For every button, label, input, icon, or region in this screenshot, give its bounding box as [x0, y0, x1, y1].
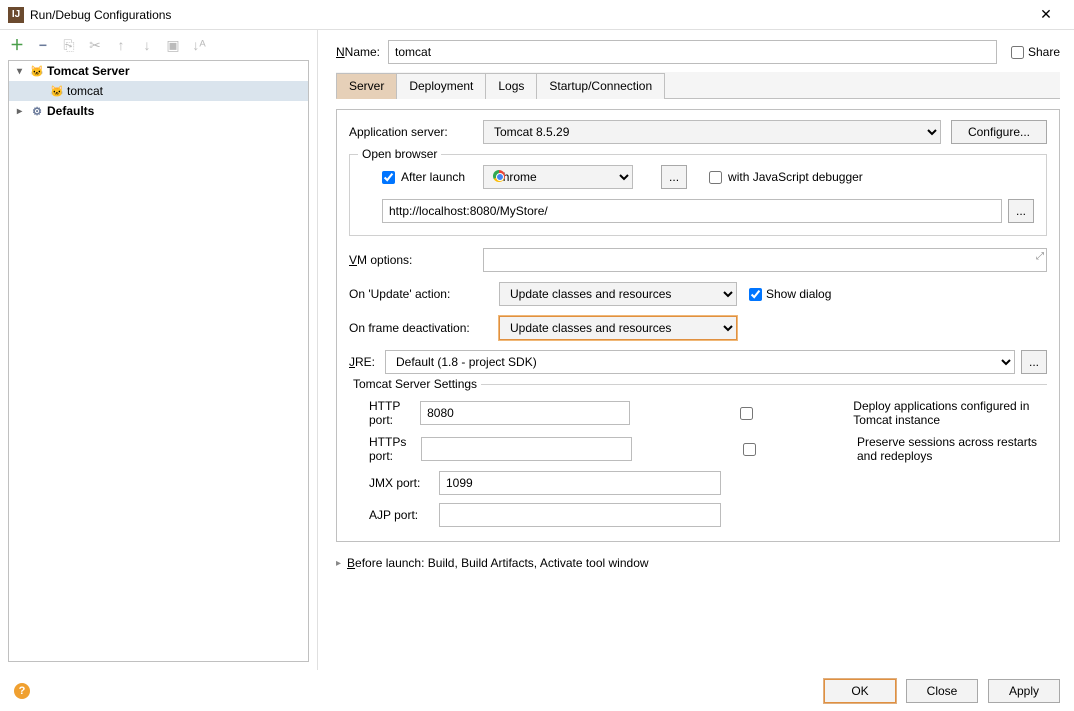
expand-icon[interactable]: ⤢: [1036, 251, 1044, 262]
configure-button[interactable]: Configure...: [951, 120, 1047, 144]
tree-item-defaults[interactable]: ▸ ⚙ Defaults: [9, 101, 308, 121]
vm-options-label: VM options:: [349, 253, 483, 267]
settings-icon[interactable]: ✂: [86, 36, 104, 54]
caret-down-icon: ▾: [17, 66, 29, 77]
window-title: Run/Debug Configurations: [30, 8, 1026, 22]
share-checkbox-input[interactable]: [1011, 46, 1024, 59]
close-button[interactable]: Close: [906, 679, 978, 703]
config-tree: ▾ 🐱 Tomcat Server 🐱 tomcat ▸ ⚙ Defaults: [8, 60, 309, 662]
tab-startup[interactable]: Startup/Connection: [536, 73, 665, 99]
appserver-label: Application server:: [349, 125, 483, 139]
js-debugger-checkbox[interactable]: [709, 171, 722, 184]
app-icon: IJ: [8, 7, 24, 23]
preserve-sessions-label: Preserve sessions across restarts and re…: [857, 435, 1047, 463]
caret-right-icon: ▸: [17, 106, 29, 117]
tomcat-settings-legend: Tomcat Server Settings: [349, 377, 481, 391]
tab-bar: Server Deployment Logs Startup/Connectio…: [336, 72, 1060, 99]
js-debugger-label: with JavaScript debugger: [728, 170, 863, 184]
content-panel: NName: Share Server Deployment Logs Star…: [318, 30, 1074, 670]
close-icon[interactable]: ✕: [1026, 6, 1066, 23]
https-port-input[interactable]: [421, 437, 632, 461]
sidebar-toolbar: ＋ − ⎘ ✂ ↑ ↓ ▣ ↓ᴬ: [0, 30, 317, 60]
url-input[interactable]: [382, 199, 1002, 223]
tab-server[interactable]: Server: [336, 73, 397, 99]
http-port-input[interactable]: [420, 401, 630, 425]
name-label: NName:: [336, 45, 380, 59]
on-frame-select[interactable]: Update classes and resources: [499, 316, 737, 340]
tomcat-icon: 🐱: [49, 85, 65, 98]
on-update-label: On 'Update' action:: [349, 287, 499, 301]
http-port-label: HTTP port:: [349, 399, 420, 427]
show-dialog-checkbox[interactable]: [749, 288, 762, 301]
browser-more-button[interactable]: ...: [661, 165, 687, 189]
tree-label: Tomcat Server: [45, 64, 129, 78]
after-launch-label: After launch: [401, 170, 465, 184]
down-icon[interactable]: ↓: [138, 36, 156, 54]
add-icon[interactable]: ＋: [8, 36, 26, 54]
open-browser-legend: Open browser: [358, 147, 441, 161]
jre-label: JRE:: [349, 355, 385, 369]
preserve-sessions-checkbox[interactable]: Preserve sessions across restarts and re…: [646, 435, 1047, 463]
before-launch-section[interactable]: ▸ Before launch: Build, Build Artifacts,…: [336, 556, 1060, 570]
share-checkbox[interactable]: Share: [1011, 45, 1060, 59]
up-icon[interactable]: ↑: [112, 36, 130, 54]
jre-more-button[interactable]: ...: [1021, 350, 1047, 374]
tree-item-tomcat-server[interactable]: ▾ 🐱 Tomcat Server: [9, 61, 308, 81]
on-frame-label: On frame deactivation:: [349, 321, 499, 335]
ajp-port-input[interactable]: [439, 503, 721, 527]
caret-right-icon: ▸: [336, 558, 341, 569]
ok-button[interactable]: OK: [824, 679, 896, 703]
https-port-label: HTTPs port:: [349, 435, 421, 463]
name-input[interactable]: [388, 40, 997, 64]
tree-label: tomcat: [65, 84, 103, 98]
titlebar: IJ Run/Debug Configurations ✕: [0, 0, 1074, 30]
tomcat-settings-fieldset: Tomcat Server Settings HTTP port: Deploy…: [349, 384, 1047, 527]
folder-icon[interactable]: ▣: [164, 36, 182, 54]
url-more-button[interactable]: ...: [1008, 199, 1034, 223]
tab-logs[interactable]: Logs: [485, 73, 537, 99]
on-update-select[interactable]: Update classes and resources: [499, 282, 737, 306]
ajp-port-label: AJP port:: [349, 508, 439, 522]
share-label: Share: [1028, 45, 1060, 59]
jre-select[interactable]: Default (1.8 - project SDK): [385, 350, 1015, 374]
tomcat-icon: 🐱: [29, 65, 45, 78]
before-launch-label: Before launch: Build, Build Artifacts, A…: [347, 556, 649, 570]
remove-icon[interactable]: −: [34, 36, 52, 54]
sort-icon[interactable]: ↓ᴬ: [190, 36, 208, 54]
open-browser-fieldset: Open browser After launch Chrome ... wit…: [349, 154, 1047, 236]
gear-icon: ⚙: [29, 105, 45, 118]
jmx-port-label: JMX port:: [349, 476, 439, 490]
tree-label: Defaults: [45, 104, 94, 118]
after-launch-checkbox[interactable]: [382, 171, 395, 184]
tab-deployment[interactable]: Deployment: [396, 73, 486, 99]
jmx-port-input[interactable]: [439, 471, 721, 495]
deploy-apps-label: Deploy applications configured in Tomcat…: [853, 399, 1047, 427]
apply-button[interactable]: Apply: [988, 679, 1060, 703]
show-dialog-label: Show dialog: [766, 287, 831, 301]
server-panel: Application server: Tomcat 8.5.29 Config…: [336, 109, 1060, 542]
deploy-apps-checkbox[interactable]: Deploy applications configured in Tomcat…: [644, 399, 1047, 427]
footer: ? OK Close Apply: [0, 671, 1074, 711]
sidebar: ＋ − ⎘ ✂ ↑ ↓ ▣ ↓ᴬ ▾ 🐱 Tomcat Server 🐱 tom…: [0, 30, 318, 670]
help-icon[interactable]: ?: [14, 683, 30, 699]
copy-icon[interactable]: ⎘: [60, 36, 78, 54]
tree-item-tomcat[interactable]: 🐱 tomcat: [9, 81, 308, 101]
vm-options-input[interactable]: ⤢: [483, 248, 1047, 272]
browser-select[interactable]: Chrome: [483, 165, 633, 189]
appserver-select[interactable]: Tomcat 8.5.29: [483, 120, 941, 144]
